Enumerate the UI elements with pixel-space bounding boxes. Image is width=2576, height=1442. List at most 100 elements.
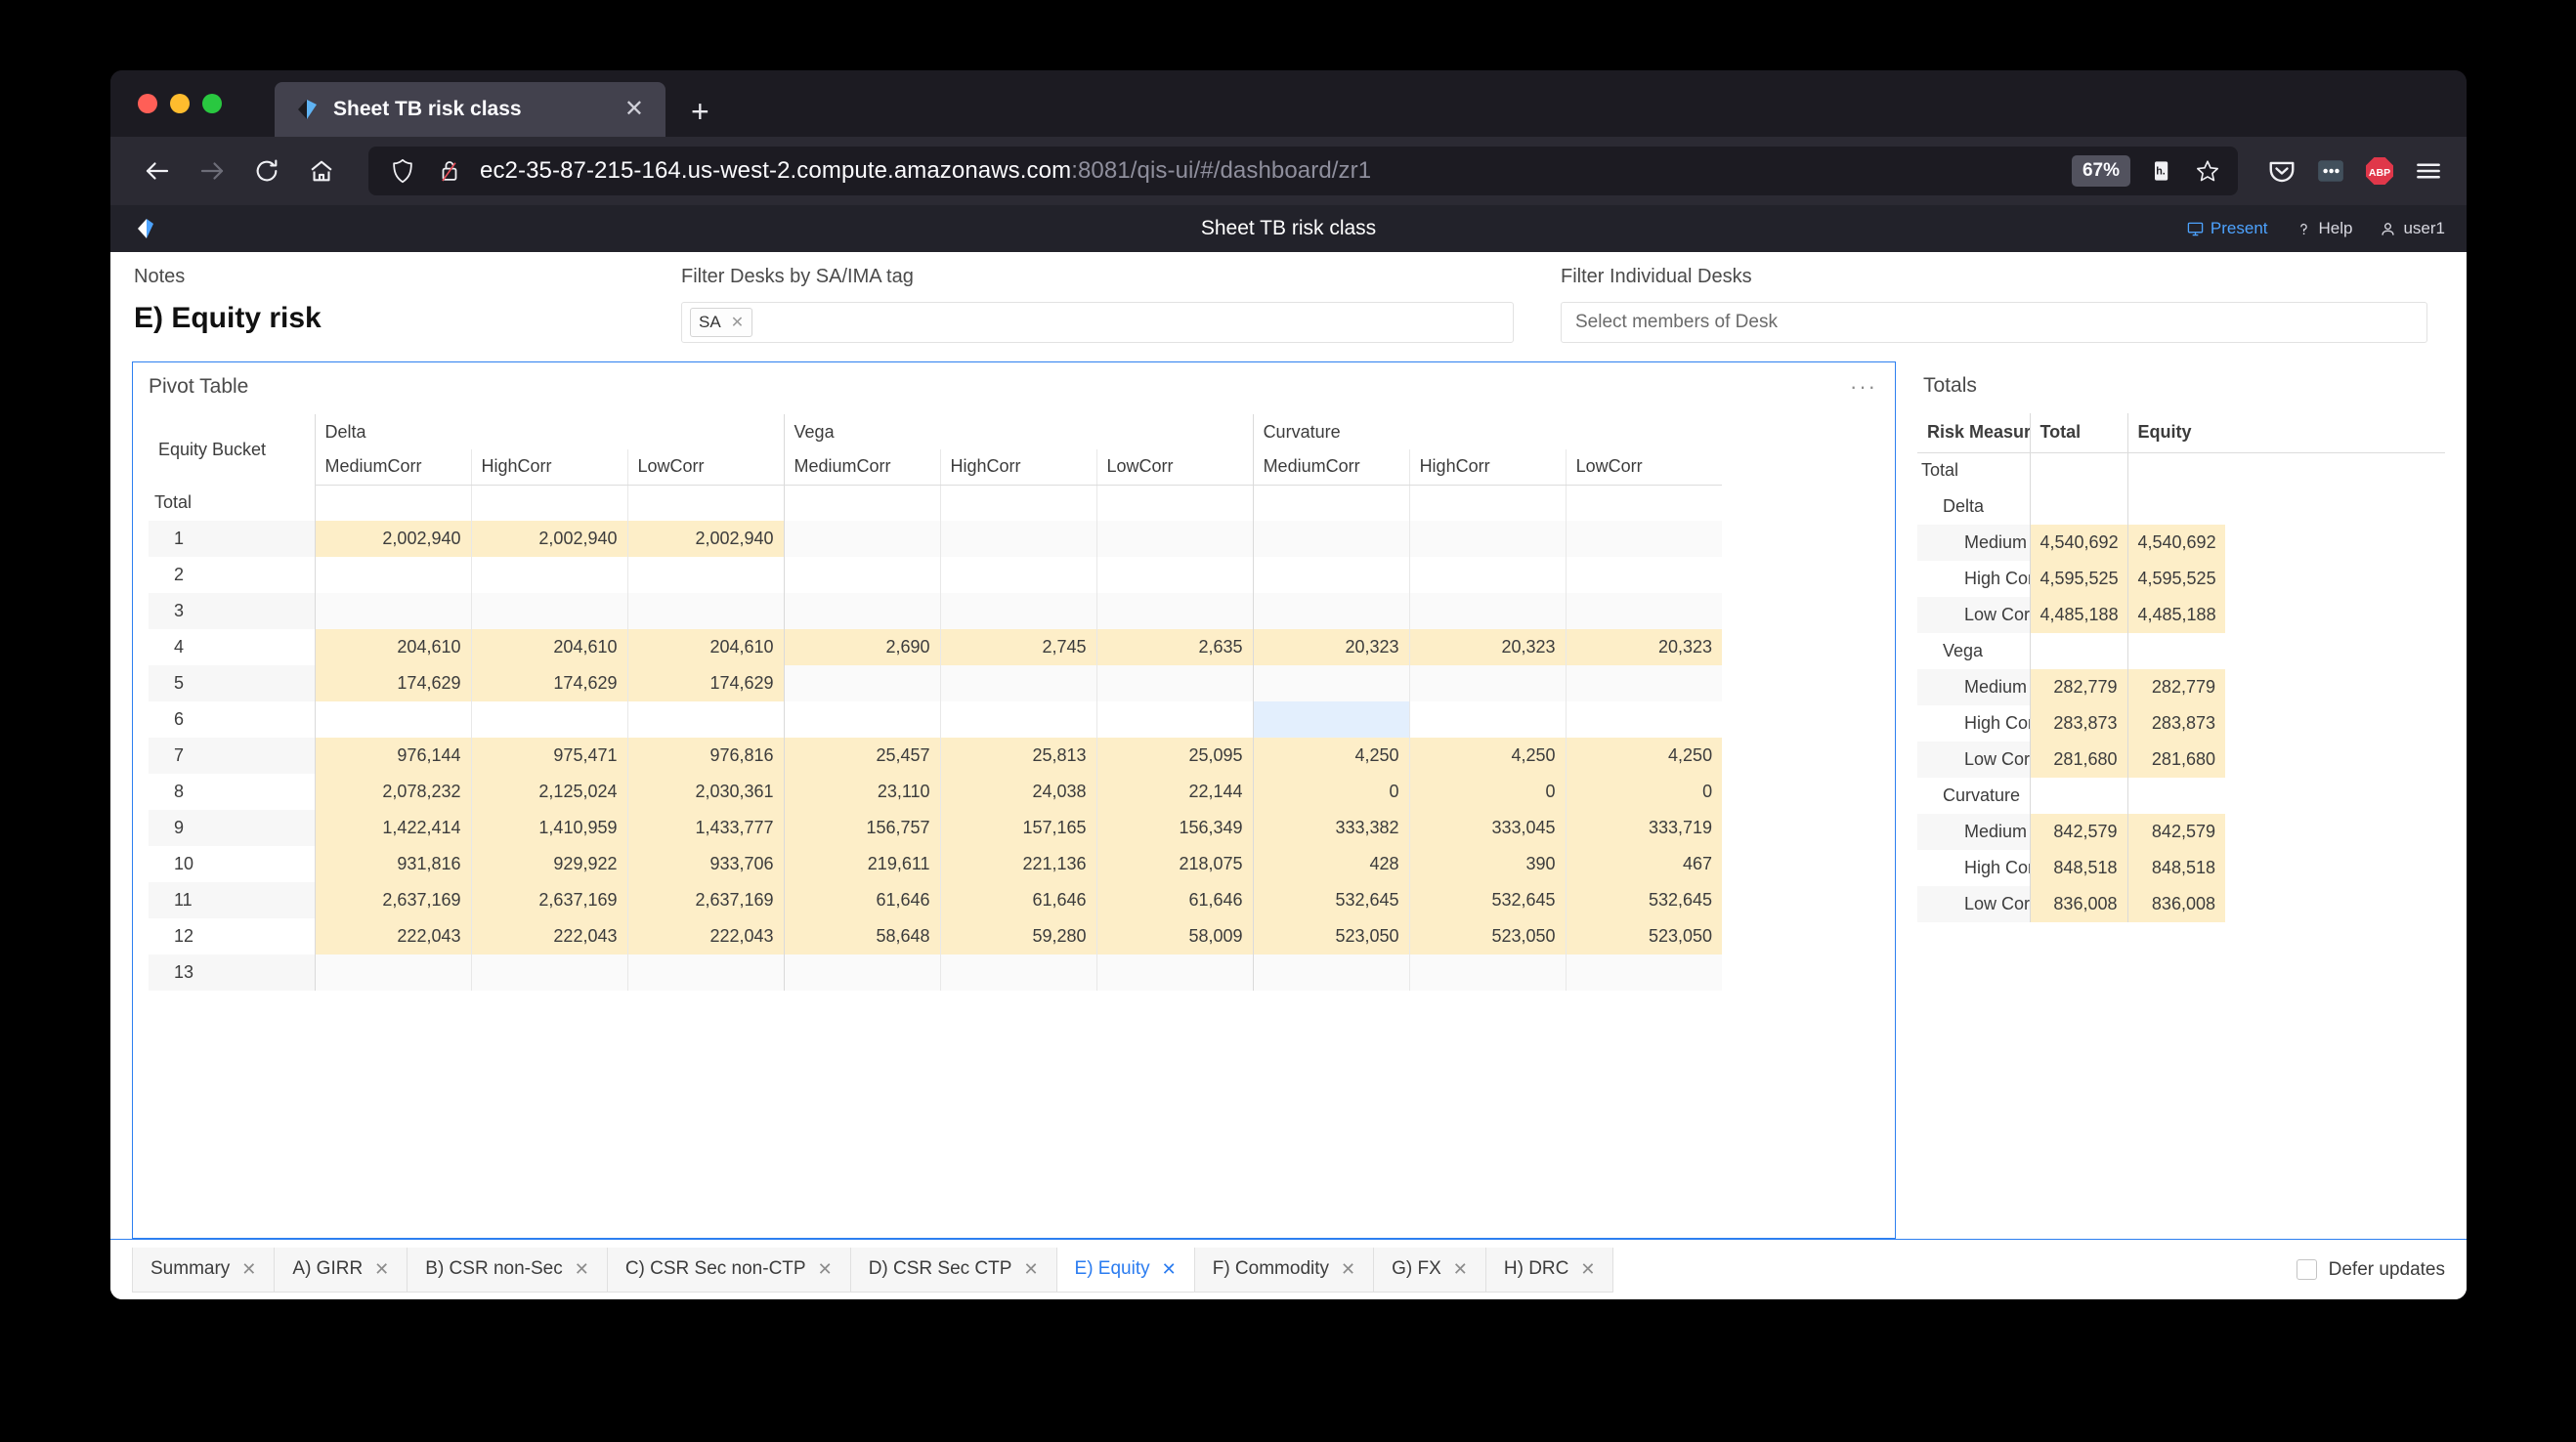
pivot-cell[interactable] [939,665,1097,701]
pivot-cell[interactable] [1408,701,1567,738]
totals-equity-cell[interactable]: 842,579 [2126,814,2225,850]
pivot-panel-menu-icon[interactable]: ··· [1850,376,1877,398]
table-row[interactable]: 9 1,422,414 1,410,959 1,433,777 156,757 157,1… [149,810,1723,846]
pivot-cell[interactable]: 24,038 [939,774,1097,810]
pivot-cell[interactable] [314,701,471,738]
minimize-window-button[interactable] [170,94,190,113]
table-row[interactable]: 13 [149,954,1723,991]
adblock-plus-icon[interactable]: ABP [2363,154,2396,188]
table-row[interactable]: Low Correlatio281,680281,680 [1917,742,2445,778]
present-button[interactable]: Present [2187,219,2268,238]
pivot-group-header[interactable]: Curvature [1252,414,1723,449]
table-row[interactable]: Medium Correl842,579842,579 [1917,814,2445,850]
totals-total-cell[interactable]: 4,540,692 [2029,525,2127,561]
pivot-sub-header[interactable]: LowCorr [1095,449,1254,486]
sheet-tab-d-csr-sec-ctp[interactable]: D) CSR Sec CTP ✕ [849,1247,1057,1293]
totals-equity-cell[interactable] [2126,778,2225,814]
defer-updates-checkbox[interactable] [2296,1259,2317,1280]
pivot-cell[interactable] [1565,701,1723,738]
pivot-cell[interactable]: 1,410,959 [470,810,627,846]
pivot-cell[interactable] [1252,701,1410,738]
table-row[interactable]: Medium Correl4,540,6924,540,692 [1917,525,2445,561]
pivot-cell[interactable]: 204,610 [626,629,785,665]
pivot-cell[interactable]: 218,075 [1095,846,1254,882]
pivot-sub-header[interactable]: HighCorr [939,449,1097,486]
pivot-cell[interactable]: 2,637,169 [626,882,785,918]
pivot-cell[interactable]: 2,745 [939,629,1097,665]
totals-equity-cell[interactable]: 283,873 [2126,705,2225,742]
pivot-cell[interactable]: 61,646 [939,882,1097,918]
pivot-cell[interactable] [783,701,941,738]
table-row[interactable]: Vega [1917,633,2445,669]
shield-icon[interactable] [386,154,419,188]
pivot-cell[interactable]: 931,816 [314,846,471,882]
totals-equity-cell[interactable]: 4,595,525 [2126,561,2225,597]
table-row[interactable]: Low Correlatio4,485,1884,485,188 [1917,597,2445,633]
table-row[interactable]: 5 174,629 174,629 174,629 [149,665,1723,701]
pivot-cell[interactable] [939,485,1097,521]
table-row[interactable]: 6 [149,701,1723,738]
pivot-cell[interactable]: 174,629 [626,665,785,701]
totals-total-cell[interactable]: 848,518 [2029,850,2127,886]
pivot-cell[interactable] [1408,665,1567,701]
user-menu-button[interactable]: user1 [2380,219,2445,238]
pivot-cell[interactable]: 0 [1565,774,1723,810]
totals-total-cell[interactable] [2029,488,2127,525]
pivot-cell[interactable]: 467 [1565,846,1723,882]
table-row[interactable]: 12 222,043 222,043 222,043 58,648 59,280 58,00… [149,918,1723,954]
pivot-row-label[interactable]: 5 [149,665,315,701]
totals-total-cell[interactable]: 4,595,525 [2029,561,2127,597]
totals-equity-cell[interactable] [2126,633,2225,669]
pivot-cell[interactable]: 532,645 [1565,882,1723,918]
pivot-cell[interactable] [1408,485,1567,521]
pivot-cell[interactable]: 333,045 [1408,810,1567,846]
close-sheet-icon[interactable]: ✕ [575,1259,589,1280]
pivot-cell[interactable] [314,954,471,991]
pivot-row-label[interactable]: 4 [149,629,315,665]
pivot-cell[interactable]: 222,043 [470,918,627,954]
pivot-cell[interactable] [783,557,941,593]
table-row[interactable]: High Correlatio848,518848,518 [1917,850,2445,886]
pivot-cell[interactable]: 23,110 [783,774,941,810]
pivot-cell[interactable] [939,557,1097,593]
totals-total-cell[interactable] [2029,778,2127,814]
totals-row-label[interactable]: Curvature [1917,778,2030,814]
totals-equity-cell[interactable]: 836,008 [2126,886,2225,922]
lock-broken-icon[interactable] [433,154,466,188]
pivot-cell[interactable] [1252,485,1410,521]
pivot-cell[interactable] [1252,593,1410,629]
maximize-window-button[interactable] [202,94,222,113]
pivot-cell[interactable]: 523,050 [1408,918,1567,954]
close-sheet-icon[interactable]: ✕ [818,1259,833,1280]
pivot-cell[interactable] [1565,521,1723,557]
pivot-cell[interactable]: 2,637,169 [314,882,471,918]
close-sheet-icon[interactable]: ✕ [1023,1259,1038,1280]
table-row[interactable]: 11 2,637,169 2,637,169 2,637,169 61,646 61,64… [149,882,1723,918]
pivot-group-header[interactable]: Vega [783,414,1254,449]
pivot-sub-header[interactable]: MediumCorr [783,449,941,486]
pivot-row-label[interactable]: 1 [149,521,315,557]
close-sheet-icon[interactable]: ✕ [1341,1259,1355,1280]
table-row[interactable]: Medium Correl282,779282,779 [1917,669,2445,705]
pivot-cell[interactable]: 333,719 [1565,810,1723,846]
pivot-cell[interactable]: 174,629 [470,665,627,701]
pivot-cell[interactable]: 523,050 [1565,918,1723,954]
desk-tag-filter-input[interactable]: SA ✕ [681,302,1514,343]
pivot-cell[interactable] [783,954,941,991]
pivot-cell[interactable]: 532,645 [1408,882,1567,918]
sheet-tab-a-girr[interactable]: A) GIRR ✕ [274,1247,408,1293]
pivot-cell[interactable] [1408,954,1567,991]
pivot-sub-header[interactable]: LowCorr [1565,449,1723,486]
pivot-cell[interactable]: 0 [1252,774,1410,810]
table-row[interactable]: 7 976,144 975,471 976,816 25,457 25,813 25,095… [149,738,1723,774]
pivot-cell[interactable]: 933,706 [626,846,785,882]
close-sheet-icon[interactable]: ✕ [374,1259,389,1280]
table-row[interactable]: 2 [149,557,1723,593]
pivot-cell[interactable]: 2,002,940 [626,521,785,557]
totals-equity-cell[interactable]: 282,779 [2126,669,2225,705]
table-row[interactable]: 8 2,078,232 2,125,024 2,030,361 23,110 24,038… [149,774,1723,810]
pivot-cell[interactable]: 390 [1408,846,1567,882]
pivot-cell[interactable]: 25,095 [1095,738,1254,774]
pivot-cell[interactable]: 2,635 [1095,629,1254,665]
pivot-cell[interactable]: 174,629 [314,665,471,701]
